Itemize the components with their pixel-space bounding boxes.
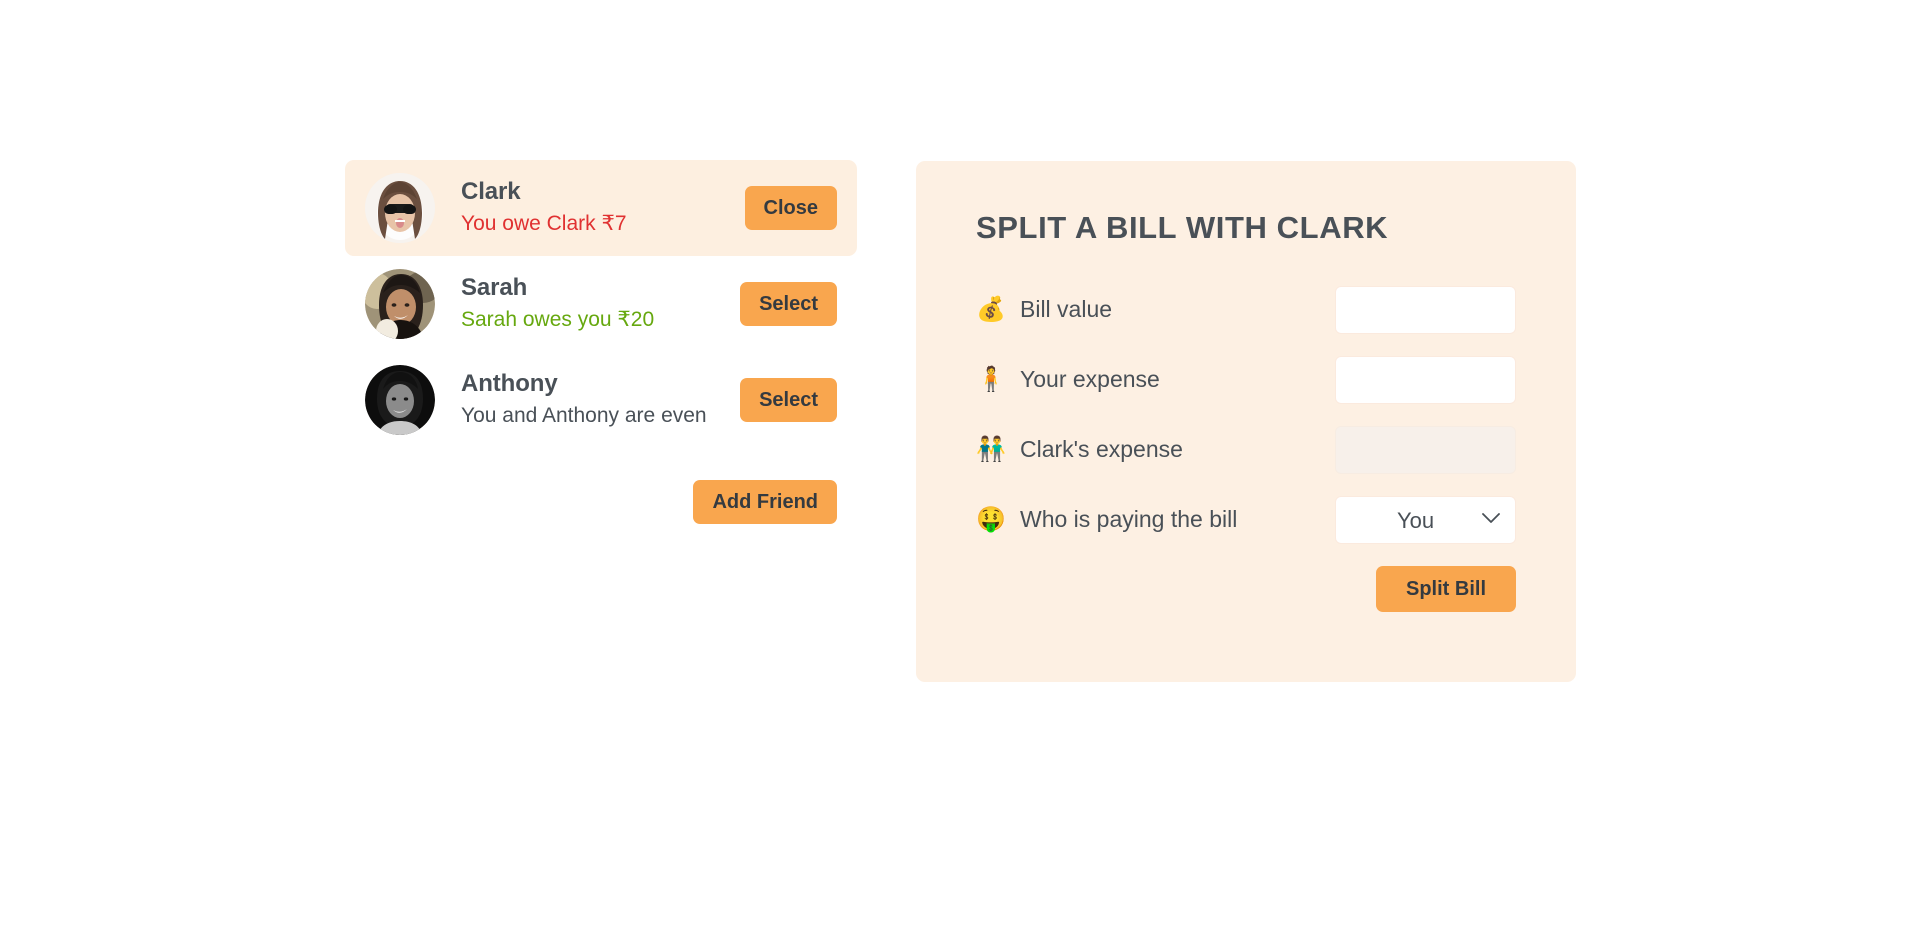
close-button[interactable]: Close [744,186,837,230]
friend-status: You owe Clark ₹7 [461,211,627,235]
friend-action: Close [744,186,837,230]
payer-label-text: Who is paying the bill [1020,506,1238,533]
select-button-sarah[interactable]: Select [740,282,837,326]
bill-value-label-text: Bill value [1020,296,1113,323]
friend-expense-input [1335,426,1516,475]
friend-action: Select [740,378,837,422]
submit-row: Split Bill [976,566,1516,613]
form-row-bill-value: 💰 Bill value [976,286,1516,335]
form-row-payer: 🤑 Who is paying the bill YouClark [976,496,1516,545]
friend-info: Anthony You and Anthony are even [435,369,740,431]
money-mouth-face-emoji-icon: 🤑 [976,506,1006,534]
payer-label: 🤑 Who is paying the bill [976,506,1237,534]
split-bill-button[interactable]: Split Bill [1376,566,1516,613]
friend-row-anthony[interactable]: Anthony You and Anthony are even Select [345,352,857,448]
payer-select-wrap: YouClark [1335,496,1516,545]
friend-name: Sarah [461,273,528,301]
friends-list: Clark You owe Clark ₹7 Close Sarah Sarah… [345,160,857,524]
money-bag-emoji-icon: 💰 [976,296,1006,324]
standing-person-emoji-icon: 🧍 [976,366,1006,394]
bill-value-input[interactable] [1335,286,1516,335]
friend-action: Select [740,282,837,326]
friend-status: You and Anthony are even [461,403,707,427]
anthony-avatar [365,365,435,435]
friend-expense-label-text: Clark's expense [1020,436,1183,463]
select-button-anthony[interactable]: Select [740,378,837,422]
form-row-your-expense: 🧍 Your expense [976,356,1516,405]
friend-expense-label: 👬 Clark's expense [976,436,1183,464]
friend-name: Clark [461,177,521,205]
your-expense-input[interactable] [1335,356,1516,405]
sarah-avatar [365,269,435,339]
split-bill-form: SPLIT A BILL WITH CLARK 💰 Bill value 🧍 Y… [916,161,1576,682]
payer-select[interactable]: YouClark [1335,496,1516,545]
add-friend-row: Add Friend [345,480,857,524]
friend-info: Clark You owe Clark ₹7 [435,177,745,239]
bill-value-label: 💰 Bill value [976,296,1112,324]
friend-row-sarah[interactable]: Sarah Sarah owes you ₹20 Select [345,256,857,352]
form-row-friend-expense: 👬 Clark's expense [976,426,1516,475]
split-bill-app: Clark You owe Clark ₹7 Close Sarah Sarah… [0,0,1920,952]
two-people-emoji-icon: 👬 [976,436,1006,464]
friend-row-clark[interactable]: Clark You owe Clark ₹7 Close [345,160,857,256]
form-title: SPLIT A BILL WITH CLARK [976,210,1389,245]
friend-name: Anthony [461,369,558,397]
friend-info: Sarah Sarah owes you ₹20 [435,273,740,335]
your-expense-label: 🧍 Your expense [976,366,1160,394]
clark-avatar [365,173,435,243]
add-friend-button[interactable]: Add Friend [693,480,837,524]
friend-status: Sarah owes you ₹20 [461,307,655,331]
your-expense-label-text: Your expense [1020,366,1160,393]
